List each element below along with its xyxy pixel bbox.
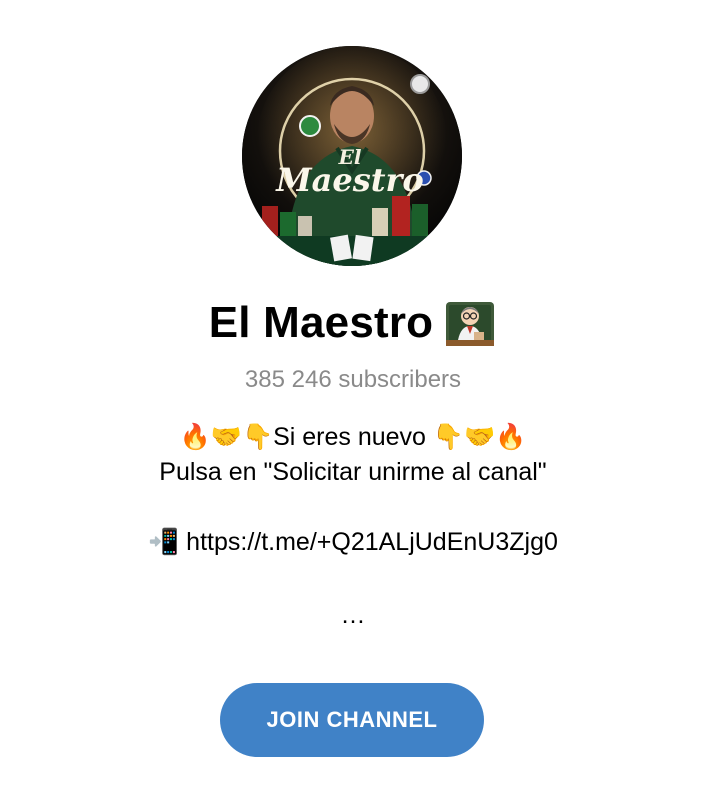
channel-preview: El Maestro El Maestro 385 246 subscriber… (0, 0, 706, 804)
channel-avatar: El Maestro (242, 46, 462, 266)
avatar-logo-text-main: Maestro (275, 161, 424, 199)
avatar-image: El Maestro (242, 46, 462, 266)
description-link-line: 📲 https://t.me/+Q21ALjUdEnU3Zjg0 (148, 528, 558, 556)
channel-title: El Maestro (208, 298, 434, 347)
description-line (0, 490, 706, 525)
join-channel-button[interactable]: JOIN CHANNEL (220, 683, 484, 757)
teacher-emoji-icon (443, 296, 497, 350)
channel-title-row: El Maestro (0, 293, 706, 353)
description-line: 🔥🤝👇Si eres nuevo 👇🤝🔥 (179, 423, 527, 451)
description-more[interactable]: … (0, 600, 706, 630)
channel-description: 🔥🤝👇Si eres nuevo 👇🤝🔥 Pulsa en "Solicitar… (0, 420, 706, 560)
subscriber-count: 385 246 subscribers (244, 366, 462, 393)
description-line: Pulsa en "Solicitar unirme al canal" (159, 458, 547, 486)
